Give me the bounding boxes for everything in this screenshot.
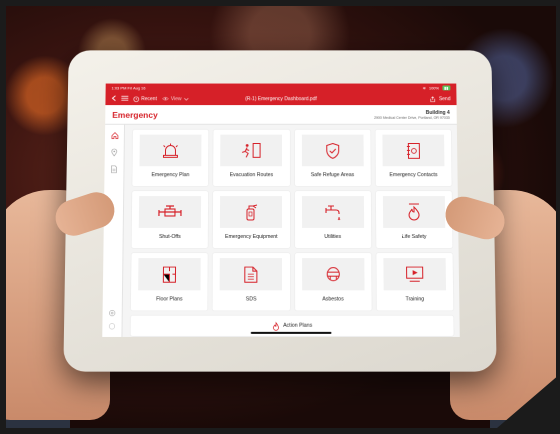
tile-label: Shut-Offs bbox=[159, 234, 181, 240]
valve-icon bbox=[158, 204, 182, 220]
menu-icon[interactable] bbox=[121, 95, 128, 103]
share-icon bbox=[430, 96, 436, 102]
send-button[interactable]: Send bbox=[430, 96, 451, 102]
toolbar: Recent View (R-1) Emergency Dashboard.pd… bbox=[105, 92, 456, 105]
faucet-icon bbox=[323, 204, 343, 221]
contact-book-icon bbox=[405, 142, 421, 159]
location-pin-icon[interactable] bbox=[110, 147, 119, 156]
document-icon bbox=[244, 266, 258, 283]
corner-decoration bbox=[490, 374, 560, 434]
tile-label: Evacuation Routes bbox=[230, 172, 273, 178]
tile-emergency-plan[interactable]: Emergency Plan bbox=[132, 130, 208, 186]
tile-label: Safe Refuge Areas bbox=[311, 172, 354, 178]
exit-door-icon bbox=[241, 143, 263, 159]
tile-emergency-contacts[interactable]: Emergency Contacts bbox=[375, 130, 452, 186]
tile-emergency-equipment[interactable]: Emergency Equipment bbox=[213, 191, 289, 248]
tile-label: Emergency Equipment bbox=[225, 234, 278, 240]
flame-icon bbox=[406, 203, 422, 221]
tile-label: Emergency Contacts bbox=[389, 172, 437, 178]
send-label: Send bbox=[439, 96, 451, 102]
action-plans-label: Action Plans bbox=[283, 323, 312, 329]
video-play-icon bbox=[404, 266, 424, 282]
clock-icon bbox=[133, 96, 139, 102]
floor-plan-icon bbox=[161, 266, 177, 283]
page-title: Emergency bbox=[112, 110, 158, 120]
building-info: Building 4 2900 Medical Center Drive, Po… bbox=[374, 110, 450, 120]
eye-icon bbox=[162, 96, 169, 101]
status-time: 1:03 PM Fri Aug 16 bbox=[112, 86, 146, 91]
tile-life-safety[interactable]: Life Safety bbox=[376, 191, 453, 248]
respirator-icon bbox=[324, 266, 342, 282]
content-area: Emergency Plan Evacuation Routes Safe Re… bbox=[102, 125, 460, 337]
shield-check-icon bbox=[324, 142, 340, 159]
battery-percent: 100% bbox=[429, 86, 439, 91]
sidebar-bottom bbox=[107, 309, 116, 331]
tile-grid: Emergency Plan Evacuation Routes Safe Re… bbox=[131, 130, 454, 311]
page-header: Emergency Building 4 2900 Medical Center… bbox=[105, 105, 457, 125]
recent-button[interactable]: Recent bbox=[133, 96, 157, 102]
tile-label: Training bbox=[405, 296, 424, 302]
tile-utilities[interactable]: Utilities bbox=[294, 191, 371, 248]
tile-label: Life Safety bbox=[402, 234, 427, 240]
siren-icon bbox=[161, 143, 181, 159]
tile-shut-offs[interactable]: Shut-Offs bbox=[132, 191, 209, 248]
tile-floor-plans[interactable]: Floor Plans bbox=[131, 253, 208, 311]
tile-training[interactable]: Training bbox=[376, 253, 453, 311]
building-address: 2900 Medical Center Drive, Portland, OR … bbox=[374, 115, 450, 119]
home-indicator[interactable] bbox=[251, 332, 332, 334]
tablet-screen: 1:03 PM Fri Aug 16 ≋ 100% ▮▮ Recent View… bbox=[102, 84, 460, 337]
flame-icon bbox=[272, 321, 280, 330]
tile-label: Floor Plans bbox=[156, 296, 182, 302]
tile-evacuation-routes[interactable]: Evacuation Routes bbox=[213, 130, 289, 186]
view-button[interactable]: View bbox=[162, 96, 189, 102]
dashboard: Emergency Plan Evacuation Routes Safe Re… bbox=[122, 125, 459, 337]
tile-label: SDS bbox=[246, 296, 257, 302]
tile-sds[interactable]: SDS bbox=[213, 253, 290, 311]
fire-extinguisher-icon bbox=[243, 203, 259, 221]
tile-label: Utilities bbox=[324, 234, 341, 240]
back-icon[interactable] bbox=[111, 95, 116, 103]
help-icon[interactable] bbox=[107, 322, 116, 331]
status-bar: 1:03 PM Fri Aug 16 ≋ 100% ▮▮ bbox=[106, 84, 457, 93]
chevron-down-icon bbox=[183, 97, 188, 101]
tile-safe-refuge-areas[interactable]: Safe Refuge Areas bbox=[294, 130, 370, 186]
view-label: View bbox=[171, 96, 182, 102]
recent-label: Recent bbox=[141, 96, 157, 102]
tile-asbestos[interactable]: Asbestos bbox=[295, 253, 372, 311]
wifi-icon: ≋ bbox=[423, 86, 426, 91]
home-icon[interactable] bbox=[110, 131, 119, 140]
tile-label: Asbestos bbox=[322, 296, 344, 302]
settings-icon[interactable] bbox=[108, 309, 117, 318]
tile-label: Emergency Plan bbox=[151, 172, 189, 178]
tablet: 1:03 PM Fri Aug 16 ≋ 100% ▮▮ Recent View… bbox=[63, 50, 496, 371]
document-icon[interactable] bbox=[109, 164, 118, 173]
battery-icon: ▮▮ bbox=[442, 86, 450, 91]
sidebar bbox=[102, 125, 125, 337]
